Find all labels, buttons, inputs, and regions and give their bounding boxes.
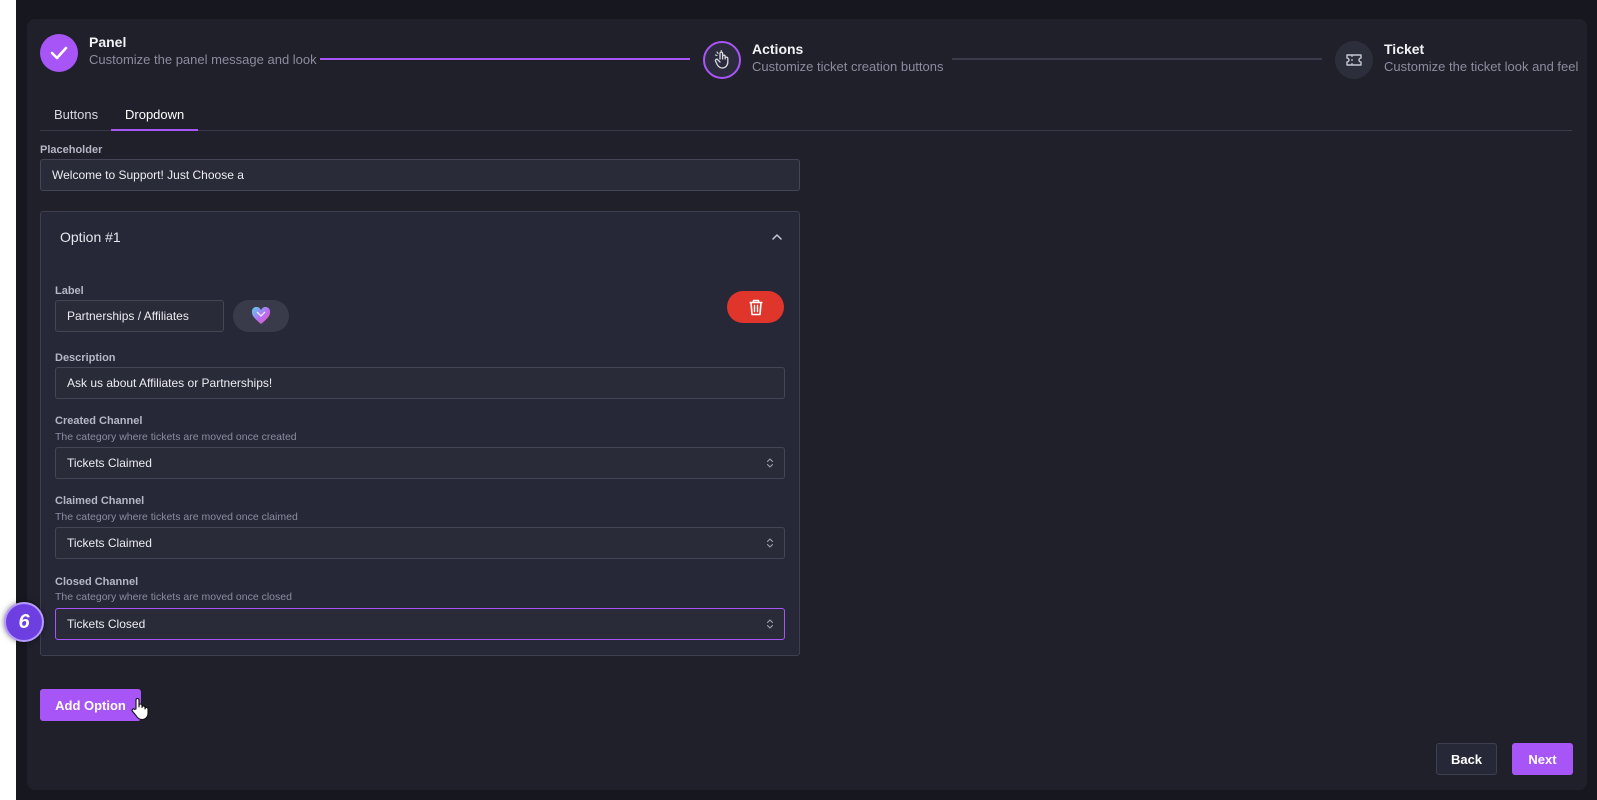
step-number-badge: 6 — [4, 602, 44, 642]
placeholder-input[interactable]: Welcome to Support! Just Choose a — [40, 159, 800, 191]
created-channel-select[interactable]: Tickets Claimed — [55, 447, 785, 479]
description-label: Description — [55, 352, 116, 364]
tab-dropdown[interactable]: Dropdown — [111, 100, 199, 131]
claimed-channel-value: Tickets Claimed — [67, 536, 152, 550]
option-tabs: Buttons Dropdown — [40, 100, 1572, 131]
tab-buttons[interactable]: Buttons — [40, 100, 112, 131]
claimed-channel-hint: The category where tickets are moved onc… — [55, 511, 298, 523]
created-channel-hint: The category where tickets are moved onc… — [55, 431, 297, 443]
hand-cursor-icon — [131, 698, 149, 721]
emoji-picker-button[interactable] — [233, 300, 289, 332]
created-channel-value: Tickets Claimed — [67, 456, 152, 470]
chevron-updown-icon — [766, 538, 774, 548]
step-title: Ticket — [1384, 41, 1425, 57]
option-label-input[interactable]: Partnerships / Affiliates — [55, 300, 224, 332]
description-input[interactable]: Ask us about Affiliates or Partnerships! — [55, 367, 785, 399]
pointer-hand-icon — [703, 41, 741, 79]
step-connector-done — [320, 58, 690, 60]
add-option-button[interactable]: Add Option — [40, 689, 141, 721]
closed-channel-hint: The category where tickets are moved onc… — [55, 591, 292, 603]
option-label-label: Label — [55, 285, 84, 297]
claimed-channel-label: Claimed Channel — [55, 495, 145, 507]
heart-emoji-icon — [251, 307, 271, 324]
step-title: Actions — [752, 41, 804, 57]
created-channel-label: Created Channel — [55, 415, 143, 427]
chevron-updown-icon — [766, 458, 774, 468]
step-subtitle: Customize the ticket look and feel — [1384, 59, 1579, 74]
next-button[interactable]: Next — [1512, 743, 1573, 775]
closed-channel-select[interactable]: Tickets Closed — [55, 608, 785, 640]
chevron-updown-icon — [766, 619, 774, 629]
step-subtitle: Customize ticket creation buttons — [752, 59, 944, 74]
step-ticket[interactable]: Ticket Customize the ticket look and fee… — [1335, 41, 1578, 79]
step-subtitle: Customize the panel message and look — [89, 52, 317, 67]
back-button[interactable]: Back — [1436, 743, 1497, 775]
step-actions[interactable]: Actions Customize ticket creation button… — [703, 41, 943, 79]
claimed-channel-select[interactable]: Tickets Claimed — [55, 527, 785, 559]
ticket-icon — [1335, 41, 1373, 79]
closed-channel-label: Closed Channel — [55, 576, 139, 588]
option-title: Option #1 — [60, 229, 121, 245]
check-icon — [40, 34, 78, 72]
placeholder-label: Placeholder — [40, 144, 103, 156]
step-panel[interactable]: Panel Customize the panel message and lo… — [40, 34, 317, 72]
step-connector-todo — [952, 58, 1322, 60]
closed-channel-value: Tickets Closed — [67, 617, 146, 631]
delete-option-button[interactable] — [727, 291, 784, 323]
step-title: Panel — [89, 34, 127, 50]
chevron-up-icon[interactable] — [771, 232, 783, 242]
trash-icon — [749, 299, 762, 315]
